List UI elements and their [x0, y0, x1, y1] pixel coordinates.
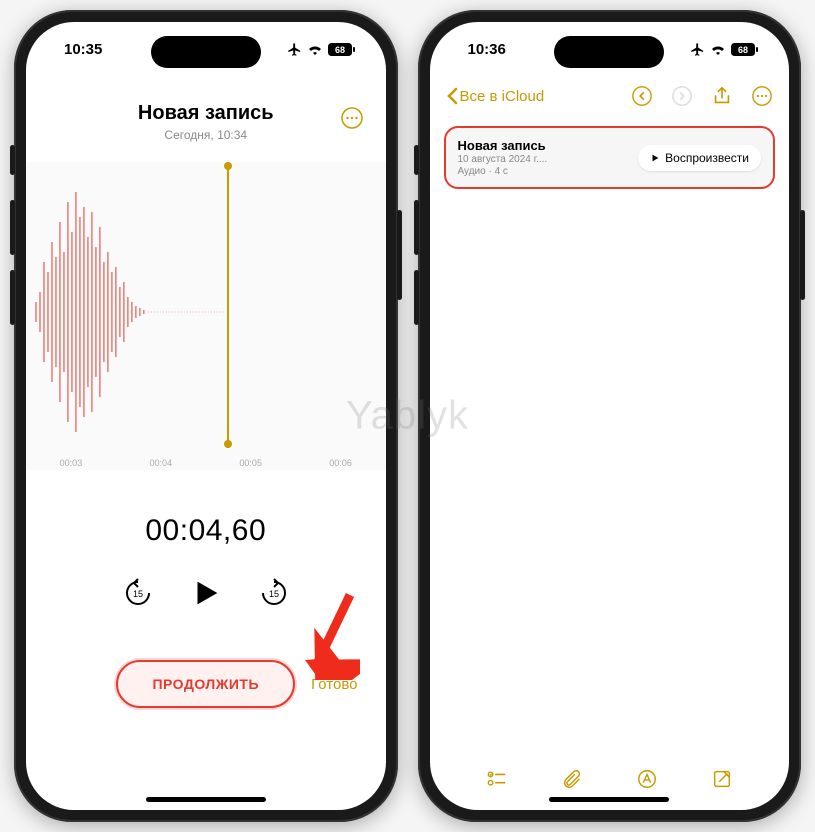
redo-icon[interactable] — [671, 85, 693, 107]
checklist-icon[interactable] — [486, 768, 508, 790]
svg-text:68: 68 — [334, 45, 344, 55]
back-button[interactable]: Все в iCloud — [446, 87, 545, 105]
battery-icon: 68 — [731, 43, 759, 56]
skip-forward-icon[interactable]: 15 — [259, 578, 289, 608]
mute-switch[interactable] — [10, 145, 15, 175]
airplane-icon — [690, 42, 705, 57]
time-ruler: 00:03 00:04 00:05 00:06 — [26, 458, 386, 468]
markup-icon[interactable] — [636, 768, 658, 790]
volume-up[interactable] — [414, 200, 419, 255]
notes-toolbar — [430, 768, 790, 790]
home-indicator[interactable] — [146, 797, 266, 802]
attachment-icon[interactable] — [561, 768, 583, 790]
mute-switch[interactable] — [414, 145, 419, 175]
timer: 00:04,60 — [26, 514, 386, 548]
done-button[interactable]: Готово — [311, 676, 357, 693]
play-icon[interactable] — [189, 576, 223, 610]
volume-up[interactable] — [10, 200, 15, 255]
airplane-icon — [287, 42, 302, 57]
share-icon[interactable] — [711, 85, 733, 107]
waveform-svg — [26, 162, 386, 470]
card-meta: Аудио · 4 с — [458, 166, 629, 177]
dynamic-island — [554, 36, 664, 68]
battery-icon: 68 — [328, 43, 356, 56]
recording-title: Новая запись — [44, 102, 368, 125]
back-label: Все в iCloud — [460, 88, 545, 105]
phone-left: 10:35 68 Новая запись Сегодня, 10:34 — [14, 10, 398, 822]
waveform[interactable]: 00:03 00:04 00:05 00:06 — [26, 162, 386, 470]
play-button[interactable]: Воспроизвести — [638, 145, 761, 171]
chevron-left-icon — [446, 87, 458, 105]
power-button[interactable] — [397, 210, 402, 300]
ruler-tick: 00:06 — [329, 458, 352, 468]
dynamic-island — [151, 36, 261, 68]
ruler-tick: 00:04 — [150, 458, 173, 468]
ruler-tick: 00:03 — [60, 458, 83, 468]
power-button[interactable] — [800, 210, 805, 300]
volume-down[interactable] — [10, 270, 15, 325]
playhead[interactable] — [227, 162, 229, 448]
svg-text:15: 15 — [269, 589, 279, 599]
wifi-icon — [307, 43, 323, 55]
compose-icon[interactable] — [711, 768, 733, 790]
phone-right: 10:36 68 Все в iCloud Новая запись — [418, 10, 802, 822]
card-title: Новая запись — [458, 138, 629, 153]
svg-text:15: 15 — [133, 589, 143, 599]
more-icon[interactable] — [751, 85, 773, 107]
ruler-tick: 00:05 — [239, 458, 262, 468]
play-label: Воспроизвести — [665, 151, 749, 165]
skip-back-icon[interactable]: 15 — [123, 578, 153, 608]
home-indicator[interactable] — [549, 797, 669, 802]
status-time: 10:35 — [64, 41, 102, 58]
play-icon — [650, 153, 660, 163]
undo-icon[interactable] — [631, 85, 653, 107]
wifi-icon — [710, 43, 726, 55]
status-time: 10:36 — [468, 41, 506, 58]
card-subtitle: 10 августа 2024 г.... — [458, 154, 629, 165]
volume-down[interactable] — [414, 270, 419, 325]
continue-button[interactable]: ПРОДОЛЖИТЬ — [116, 660, 295, 708]
audio-attachment-card[interactable]: Новая запись 10 августа 2024 г.... Аудио… — [444, 126, 776, 189]
recording-subtitle: Сегодня, 10:34 — [44, 128, 368, 142]
svg-text:68: 68 — [738, 45, 748, 55]
more-icon[interactable] — [340, 106, 364, 130]
